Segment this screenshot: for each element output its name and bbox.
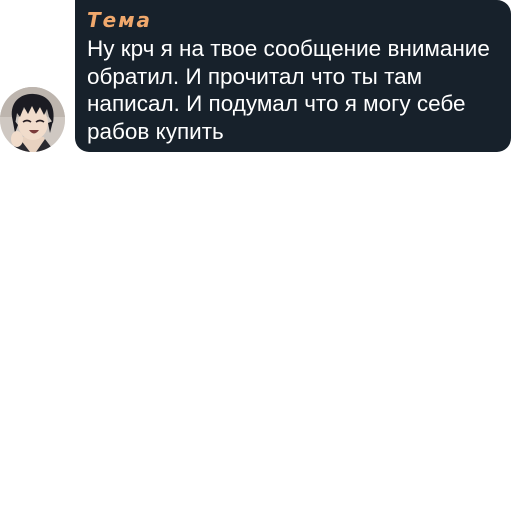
sender-name[interactable]: Тема bbox=[87, 7, 495, 33]
avatar[interactable] bbox=[0, 87, 65, 152]
anime-character-icon bbox=[0, 87, 65, 152]
chat-message-row: Тема Ну крч я на твое сообщение внимание… bbox=[0, 0, 512, 512]
message-text: Ну крч я на твое сообщение внимание обра… bbox=[87, 36, 490, 144]
message-bubble[interactable]: Тема Ну крч я на твое сообщение внимание… bbox=[75, 0, 511, 152]
